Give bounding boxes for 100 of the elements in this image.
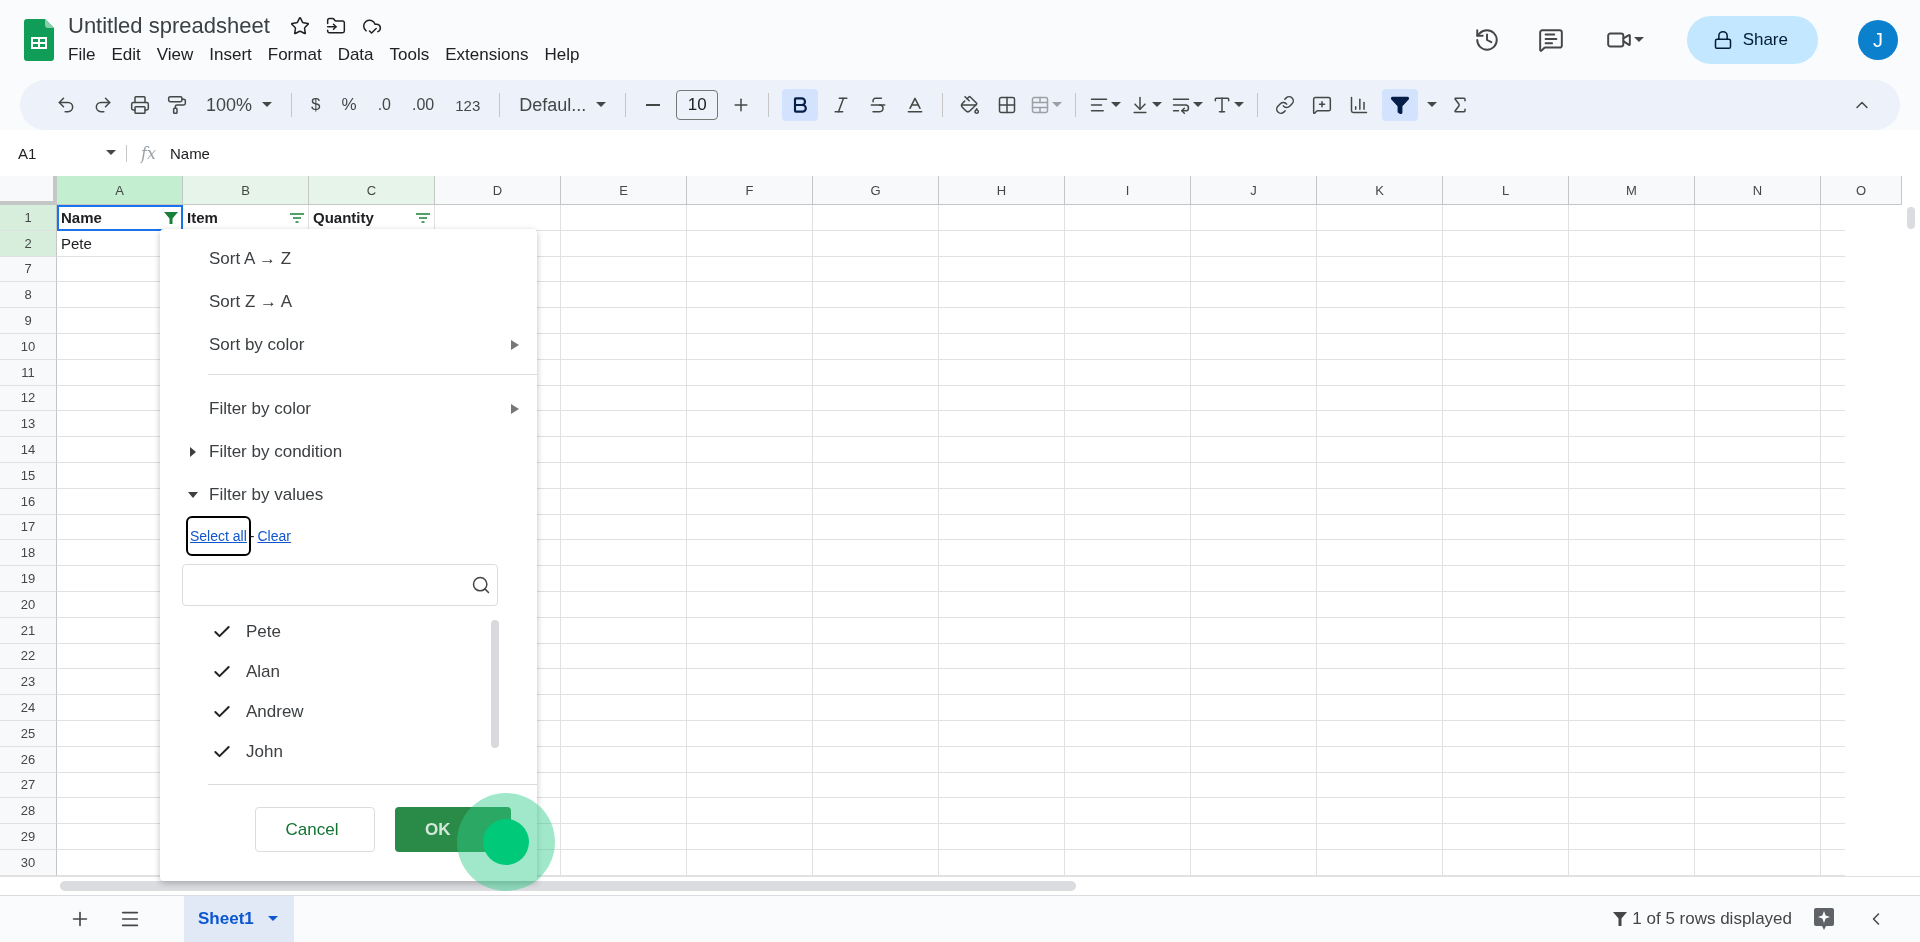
caret-icon	[1427, 102, 1438, 108]
column-header[interactable]: E	[561, 176, 687, 205]
selected-cell[interactable]: Name	[57, 205, 183, 231]
row-header[interactable]: 20	[0, 591, 57, 618]
row-header[interactable]: 18	[0, 540, 57, 567]
document-title[interactable]: Untitled spreadsheet	[68, 13, 270, 39]
zoom-dropdown[interactable]: 100%	[200, 89, 279, 121]
row-header[interactable]: 19	[0, 566, 57, 592]
row-header[interactable]: 14	[0, 437, 57, 463]
cancel-button[interactable]: Cancel	[255, 807, 375, 852]
formula-field[interactable]: Name	[169, 144, 210, 162]
filter-lines-icon[interactable]	[415, 211, 431, 224]
menu-item[interactable]: Insert	[203, 43, 258, 67]
filter-button[interactable]	[1382, 89, 1419, 121]
menu-option[interactable]: Sort by color	[160, 323, 537, 366]
row-header[interactable]: 30	[0, 849, 57, 876]
value-option[interactable]: Pete	[212, 612, 304, 652]
row-header[interactable]: 24	[0, 695, 57, 721]
fx-label: fx	[141, 143, 156, 163]
menu-item[interactable]: Data	[331, 43, 380, 67]
row-header[interactable]: 17	[0, 514, 57, 541]
row-header[interactable]: 22	[0, 643, 57, 670]
menu-option[interactable]: Filter by values	[160, 473, 537, 516]
comment-icon	[1537, 27, 1564, 53]
value-option[interactable]: Andrew	[212, 692, 304, 732]
sheet-tab[interactable]: Sheet1	[184, 896, 294, 942]
column-header[interactable]: M	[1569, 176, 1695, 205]
account-avatar[interactable]: J	[1858, 20, 1898, 60]
row-header[interactable]: 11	[0, 359, 57, 386]
column-header[interactable]: K	[1317, 176, 1443, 205]
search-field[interactable]	[182, 564, 498, 606]
menu-item[interactable]: Tools	[383, 43, 436, 67]
menu-item[interactable]: Edit	[105, 43, 147, 67]
filter-lines-icon[interactable]	[289, 211, 305, 224]
percent-button[interactable]: %	[335, 89, 363, 121]
menu-item[interactable]: Extensions	[439, 43, 535, 67]
column-header[interactable]: O	[1821, 176, 1902, 205]
column-header[interactable]: D	[435, 176, 561, 205]
row-header[interactable]: 23	[0, 669, 57, 696]
cell-text: Name	[61, 209, 102, 227]
row-header[interactable]: 28	[0, 798, 57, 825]
undo-icon	[56, 95, 76, 115]
scrollbar-thumb[interactable]	[491, 620, 499, 748]
menu-item[interactable]: View	[150, 43, 200, 67]
explore-icon[interactable]	[1814, 908, 1834, 930]
column-header[interactable]: C	[309, 176, 435, 205]
row-header[interactable]: 12	[0, 385, 57, 412]
row-header[interactable]: 21	[0, 617, 57, 644]
menu-item[interactable]: File	[62, 43, 102, 67]
value-option[interactable]: John	[212, 732, 304, 772]
caret-icon	[1234, 102, 1245, 108]
decrease-decimal-button[interactable]: .0	[371, 89, 397, 121]
row-header[interactable]: 1	[0, 205, 57, 231]
font-size-field[interactable]: 10	[676, 90, 719, 120]
number-format-button[interactable]: 123	[449, 89, 487, 121]
menu-option[interactable]: Filter by color	[160, 387, 537, 430]
row-header[interactable]: 7	[0, 256, 57, 283]
cloud-check-icon	[361, 16, 382, 36]
name-box[interactable]: A1	[18, 144, 127, 162]
row-header[interactable]: 8	[0, 282, 57, 309]
row-header[interactable]: 27	[0, 772, 57, 799]
menu-option[interactable]: Sort Z → A	[160, 280, 537, 323]
column-header[interactable]: F	[687, 176, 813, 205]
funnel-icon[interactable]	[163, 209, 179, 226]
column-header[interactable]: I	[1065, 176, 1191, 205]
row-header[interactable]: 15	[0, 462, 57, 489]
row-header[interactable]: 25	[0, 720, 57, 747]
row-header[interactable]: 2	[0, 230, 57, 257]
row-header[interactable]: 13	[0, 411, 57, 438]
column-header[interactable]: N	[1695, 176, 1821, 205]
value-option[interactable]: Alan	[212, 652, 304, 692]
align-left-icon	[1089, 95, 1110, 115]
menu-option[interactable]: Sort A → Z	[160, 237, 537, 280]
menu-item[interactable]: Format	[261, 43, 328, 67]
printer-icon	[130, 95, 150, 115]
font-dropdown[interactable]: Defaul...	[513, 89, 613, 121]
column-header[interactable]: H	[939, 176, 1065, 205]
bold-button[interactable]	[782, 89, 819, 121]
scrollbar-thumb[interactable]	[1907, 207, 1915, 229]
row-header[interactable]: 29	[0, 824, 57, 850]
funnel-icon	[1612, 911, 1629, 927]
row-header[interactable]: 10	[0, 334, 57, 360]
share-button[interactable]: Share	[1686, 16, 1818, 64]
scrollbar-thumb[interactable]	[60, 881, 1076, 891]
row-header[interactable]: 9	[0, 308, 57, 334]
column-header[interactable]: B	[183, 176, 309, 205]
sheets-logo-icon	[24, 19, 54, 61]
column-header[interactable]: J	[1191, 176, 1317, 205]
column-header[interactable]: A	[57, 176, 183, 205]
clear-link[interactable]: Clear	[257, 528, 291, 544]
increase-decimal-button[interactable]: .00	[406, 89, 441, 121]
menu-option[interactable]: Filter by condition	[160, 430, 537, 473]
row-header[interactable]: 16	[0, 488, 57, 515]
caret-icon	[267, 916, 278, 922]
column-header[interactable]: G	[813, 176, 939, 205]
wrap-text-icon	[1171, 95, 1192, 115]
menu-item[interactable]: Help	[538, 43, 586, 67]
column-header[interactable]: L	[1443, 176, 1569, 205]
row-header[interactable]: 26	[0, 746, 57, 773]
currency-button[interactable]: $	[305, 89, 327, 121]
